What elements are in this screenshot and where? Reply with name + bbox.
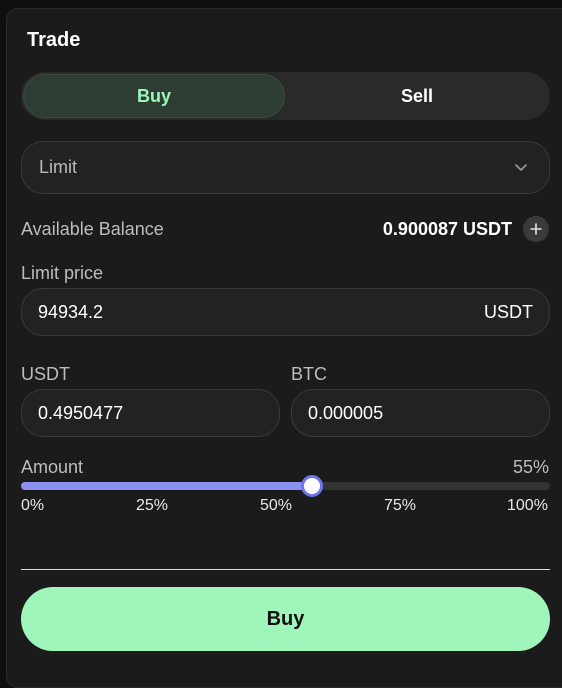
available-balance-label: Available Balance [21, 219, 164, 239]
sell-tab[interactable]: Sell [286, 74, 548, 118]
add-funds-button[interactable] [523, 216, 549, 242]
available-balance-value: 0.900087 USDT [382, 219, 512, 239]
panel-title: Trade [27, 29, 81, 51]
slider-thumb[interactable] [300, 475, 323, 497]
limit-price-field[interactable]: USDT [21, 288, 550, 336]
buy-sell-toggle: Buy Sell [21, 72, 550, 120]
usdt-label: USDT [21, 364, 70, 384]
limit-price-label: Limit price [21, 263, 104, 283]
amount-label: Amount [21, 457, 84, 477]
limit-price-input[interactable] [38, 301, 484, 323]
slider-fill [21, 482, 312, 490]
slider-ticks: 0% 25% 50% 75% 100% [21, 497, 550, 517]
usdt-input[interactable] [38, 402, 263, 424]
btc-field[interactable] [291, 389, 550, 437]
tick-100[interactable]: 100% [507, 497, 548, 515]
tick-25[interactable]: 25% [136, 497, 168, 515]
buy-button[interactable]: Buy [21, 587, 550, 651]
tick-0[interactable]: 0% [21, 497, 44, 515]
chevron-down-icon [515, 164, 527, 171]
tick-75[interactable]: 75% [384, 497, 416, 515]
buy-tab[interactable]: Buy [23, 74, 285, 118]
amount-percent: 55% [512, 457, 549, 477]
btc-input[interactable] [308, 402, 533, 424]
amount-slider[interactable] [21, 475, 550, 497]
plus-icon [530, 223, 542, 235]
order-type-value: Limit [39, 157, 78, 177]
btc-label: BTC [291, 364, 327, 384]
limit-price-unit: USDT [484, 301, 533, 322]
usdt-field[interactable] [21, 389, 280, 437]
divider [21, 569, 550, 570]
tick-50[interactable]: 50% [260, 497, 292, 515]
order-type-select[interactable]: Limit [21, 141, 550, 194]
